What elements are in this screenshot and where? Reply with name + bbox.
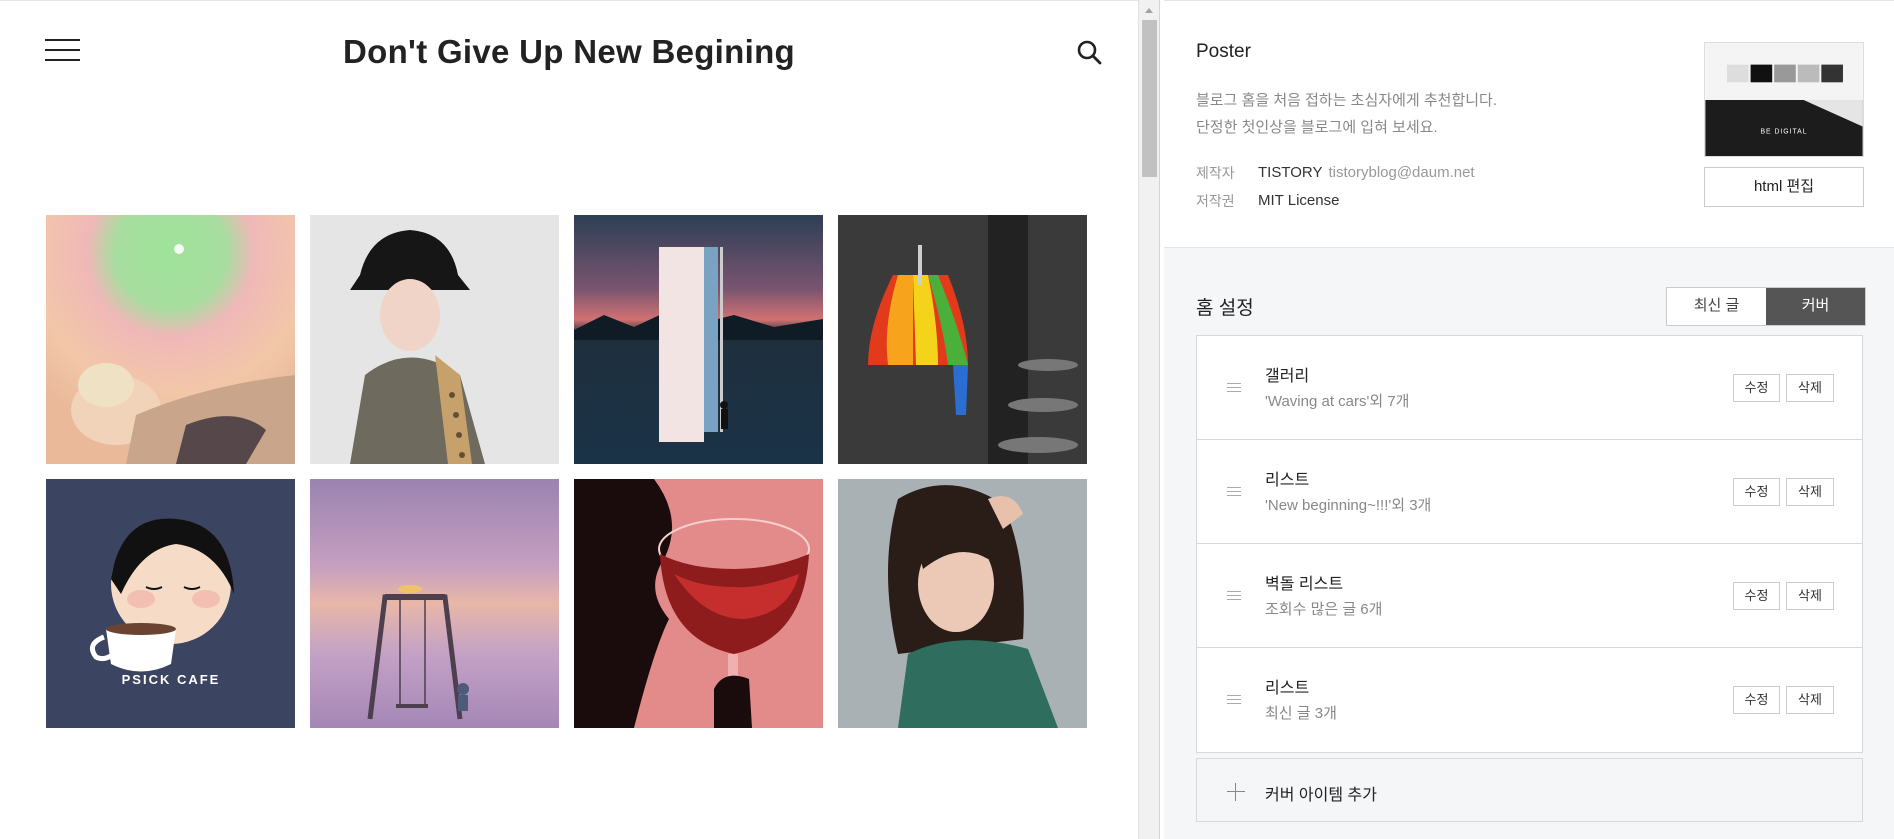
preview-scrollbar[interactable] [1138, 0, 1160, 839]
add-cover-item-button[interactable]: 커버 아이템 추가 [1196, 758, 1863, 822]
skin-settings-panel: Poster 블로그 홈을 처음 접하는 초심자에게 추천합니다. 단정한 첫인… [1164, 0, 1894, 839]
tab-latest-posts[interactable]: 최신 글 [1667, 288, 1766, 325]
skin-thumbnail: BE DIGITAL [1704, 42, 1864, 157]
skin-thumb-text: BE DIGITAL [1760, 128, 1807, 135]
gallery-image-pastel-portrait[interactable] [46, 215, 295, 464]
cover-item-title: 리스트 [1265, 680, 1310, 697]
drag-handle-icon[interactable] [1227, 695, 1241, 706]
cover-item-brick-list: 벽돌 리스트 조회수 많은 글 6개 수정 삭제 [1197, 544, 1862, 648]
scroll-up-arrow-icon[interactable] [1145, 8, 1153, 13]
add-cover-item-label: 커버 아이템 추가 [1265, 787, 1377, 804]
skin-meta: 제작자 TISTORY tistoryblog@daum.net 저작권 MIT… [1196, 159, 1475, 215]
cover-item-subtitle: 'Waving at cars'외 7개 [1265, 393, 1410, 410]
cover-item-subtitle: 'New beginning~!!!'외 3개 [1265, 497, 1432, 514]
home-settings-title: 홈 설정 [1196, 298, 1254, 319]
gallery-grid: PSICK CAFE [46, 215, 1087, 728]
delete-button[interactable]: 삭제 [1786, 374, 1834, 402]
skin-desc-line-1: 블로그 홈을 처음 접하는 초심자에게 추천합니다. [1196, 92, 1498, 109]
maker-row: 제작자 TISTORY tistoryblog@daum.net [1196, 159, 1475, 187]
license-key: 저작권 [1196, 193, 1235, 209]
gallery-image-rainbow-umbrella[interactable] [838, 215, 1087, 464]
cover-item-subtitle: 조회수 많은 글 6개 [1265, 601, 1383, 618]
cover-item-list-1: 리스트 'New beginning~!!!'외 3개 수정 삭제 [1197, 440, 1862, 544]
delete-button[interactable]: 삭제 [1786, 686, 1834, 714]
maker-value: TISTORY [1258, 164, 1323, 181]
home-mode-toggle: 최신 글 커버 [1666, 287, 1866, 326]
gallery-image-psick-cafe[interactable]: PSICK CAFE [46, 479, 295, 728]
tab-cover[interactable]: 커버 [1766, 288, 1865, 325]
maker-email: tistoryblog@daum.net [1328, 164, 1475, 181]
cover-item-title: 벽돌 리스트 [1265, 576, 1344, 593]
cover-item-gallery: 갤러리 'Waving at cars'외 7개 수정 삭제 [1197, 336, 1862, 440]
cover-item-title: 갤러리 [1265, 368, 1310, 385]
psick-cafe-label: PSICK CAFE [122, 672, 221, 687]
scrollbar-thumb[interactable] [1142, 20, 1157, 177]
html-edit-button[interactable]: html 편집 [1704, 167, 1864, 207]
cover-item-list-2: 리스트 최신 글 3개 수정 삭제 [1197, 648, 1862, 752]
blog-preview: Don't Give Up New Begining PSICK CAFE [0, 0, 1138, 839]
search-icon[interactable] [1076, 39, 1102, 65]
gallery-image-night-door[interactable] [574, 215, 823, 464]
cover-item-subtitle: 최신 글 3개 [1265, 705, 1337, 722]
gallery-image-fashion-model[interactable] [310, 215, 559, 464]
drag-handle-icon[interactable] [1227, 383, 1241, 394]
drag-handle-icon[interactable] [1227, 591, 1241, 602]
cover-item-list: 갤러리 'Waving at cars'외 7개 수정 삭제 리스트 'New … [1196, 335, 1863, 753]
edit-button[interactable]: 수정 [1733, 686, 1780, 714]
skin-description: 블로그 홈을 처음 접하는 초심자에게 추천합니다. 단정한 첫인상을 블로그에… [1196, 87, 1497, 141]
skin-desc-line-2: 단정한 첫인상을 블로그에 입혀 보세요. [1196, 119, 1438, 136]
gallery-image-red-wine[interactable] [574, 479, 823, 728]
edit-button[interactable]: 수정 [1733, 582, 1780, 610]
drag-handle-icon[interactable] [1227, 487, 1241, 498]
cover-item-title: 리스트 [1265, 472, 1310, 489]
skin-info-card: Poster 블로그 홈을 처음 접하는 초심자에게 추천합니다. 단정한 첫인… [1164, 1, 1894, 248]
delete-button[interactable]: 삭제 [1786, 582, 1834, 610]
edit-button[interactable]: 수정 [1733, 374, 1780, 402]
license-row: 저작권 MIT License [1196, 187, 1475, 215]
blog-title[interactable]: Don't Give Up New Begining [0, 33, 1138, 71]
gallery-image-woman-portrait[interactable] [838, 479, 1087, 728]
gallery-image-purple-swing[interactable] [310, 479, 559, 728]
plus-icon [1227, 783, 1245, 801]
maker-key: 제작자 [1196, 165, 1235, 181]
license-value: MIT License [1258, 192, 1340, 209]
edit-button[interactable]: 수정 [1733, 478, 1780, 506]
delete-button[interactable]: 삭제 [1786, 478, 1834, 506]
skin-name: Poster [1196, 41, 1251, 62]
